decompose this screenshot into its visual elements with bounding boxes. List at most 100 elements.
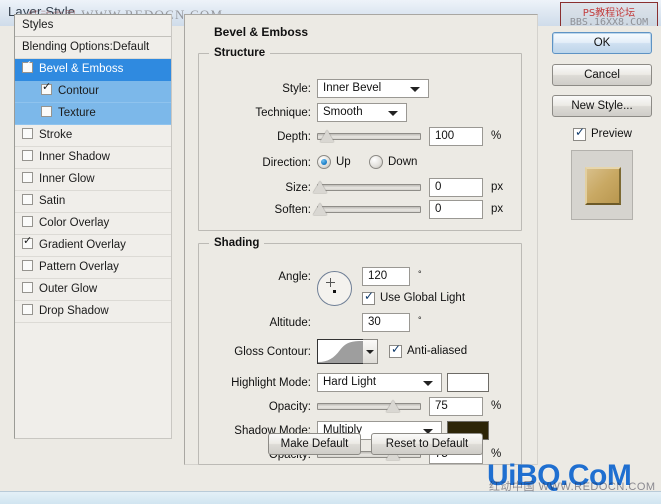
soften-label: Soften:	[274, 204, 311, 216]
technique-label-row: Technique:	[199, 103, 311, 123]
style-row-inner-shadow[interactable]: Inner Shadow	[15, 147, 171, 169]
style-label: Blending Options:Default	[22, 41, 150, 53]
style-row-color-overlay[interactable]: Color Overlay	[15, 213, 171, 235]
angle-unit: °	[418, 269, 422, 279]
size-slider[interactable]	[313, 178, 421, 197]
highlight-opacity-unit: %	[491, 400, 502, 412]
highlight-color-swatch[interactable]	[447, 373, 489, 392]
radio-direction-down[interactable]	[369, 155, 383, 169]
panel-title: Bevel & Emboss	[209, 25, 314, 39]
soften-slider[interactable]	[313, 200, 421, 219]
checkbox-stroke[interactable]	[22, 128, 33, 139]
anti-aliased-label: Anti-aliased	[407, 345, 468, 357]
angle-dial[interactable]	[317, 271, 352, 306]
style-row-gradient-overlay[interactable]: Gradient Overlay	[15, 235, 171, 257]
radio-direction-up[interactable]	[317, 155, 331, 169]
styles-panel: Styles Blending Options:Default Bevel & …	[14, 14, 172, 439]
style-label: Drop Shadow	[39, 305, 109, 317]
gloss-contour-dropdown[interactable]	[363, 339, 378, 364]
style-row-texture[interactable]: Texture	[15, 103, 171, 125]
altitude-label: Altitude:	[269, 317, 311, 329]
style-label: Style:	[282, 83, 311, 95]
highlight-opacity-track	[317, 403, 421, 410]
checkbox-drop-shadow[interactable]	[22, 304, 33, 315]
style-label: Inner Shadow	[39, 151, 110, 163]
depth-slider-thumb[interactable]	[320, 130, 334, 142]
altitude-unit: °	[418, 315, 422, 325]
style-row-drop-shadow[interactable]: Drop Shadow	[15, 301, 171, 323]
style-row-inner-glow[interactable]: Inner Glow	[15, 169, 171, 191]
preview-thumbnail-frame	[571, 150, 633, 220]
angle-label-row: Angle:	[199, 267, 311, 287]
highlight-opacity-label: Opacity:	[268, 401, 311, 413]
highlight-opacity-slider[interactable]	[317, 397, 421, 416]
style-label: Outer Glow	[39, 283, 98, 295]
highlight-opacity-input[interactable]: 75	[429, 397, 483, 416]
style-row-outer-glow[interactable]: Outer Glow	[15, 279, 171, 301]
structure-legend: Structure	[214, 47, 266, 59]
depth-slider[interactable]	[317, 127, 421, 146]
soften-input[interactable]: 0	[429, 200, 483, 219]
checkbox-pattern-overlay[interactable]	[22, 260, 33, 271]
style-row-contour[interactable]: Contour	[15, 81, 171, 103]
technique-select[interactable]: Smooth	[317, 103, 407, 122]
checkbox-satin[interactable]	[22, 194, 33, 205]
checkbox-preview[interactable]	[573, 125, 586, 141]
highlight-mode-select[interactable]: Hard Light	[317, 373, 442, 392]
style-label: Stroke	[39, 129, 73, 141]
checkbox-outer-glow[interactable]	[22, 282, 33, 293]
new-style-button[interactable]: New Style...	[552, 95, 652, 117]
style-select[interactable]: Inner Bevel	[317, 79, 429, 98]
depth-label: Depth:	[277, 131, 311, 143]
make-default-button[interactable]: Make Default	[268, 433, 361, 455]
side-panel: OK Cancel New Style... Preview	[552, 14, 652, 463]
soften-slider-track	[317, 206, 421, 213]
gloss-contour-label-row: Gloss Contour:	[199, 342, 311, 362]
style-row-satin[interactable]: Satin	[15, 191, 171, 213]
layer-style-dialog: Layer Style 红动中国 WWW.REDOCN.COM PS教程论坛 B…	[0, 0, 661, 504]
soften-value: 0	[435, 203, 442, 215]
size-slider-thumb[interactable]	[313, 181, 327, 193]
checkbox-color-overlay[interactable]	[22, 216, 33, 227]
highlight-mode-value: Hard Light	[323, 376, 377, 388]
checkbox-gradient-overlay[interactable]	[22, 235, 33, 249]
style-label-row: Style:	[199, 79, 311, 99]
soften-label-row: Soften:	[199, 200, 311, 220]
shading-legend: Shading	[214, 237, 260, 249]
style-row-bevel-emboss[interactable]: Bevel & Emboss	[15, 59, 171, 81]
altitude-input[interactable]: 30	[362, 313, 410, 332]
preview-label: Preview	[591, 128, 632, 140]
angle-input[interactable]: 120	[362, 267, 410, 286]
crosshair-icon	[326, 278, 335, 287]
direction-label-row: Direction:	[199, 153, 311, 173]
depth-label-row: Depth:	[199, 127, 311, 147]
checkbox-use-global-light[interactable]	[362, 289, 375, 305]
checkbox-texture[interactable]	[41, 106, 52, 117]
gloss-contour-curve	[318, 341, 363, 363]
cancel-button[interactable]: Cancel	[552, 64, 652, 86]
checkbox-contour[interactable]	[41, 81, 52, 95]
style-row-pattern-overlay[interactable]: Pattern Overlay	[15, 257, 171, 279]
soften-slider-thumb[interactable]	[313, 203, 327, 215]
highlight-opacity-thumb[interactable]	[386, 400, 400, 412]
preview-thumbnail-swatch	[585, 167, 621, 205]
checkbox-inner-shadow[interactable]	[22, 150, 33, 161]
gloss-contour-preview[interactable]	[317, 339, 364, 364]
depth-input[interactable]: 100	[429, 127, 483, 146]
styles-panel-header: Styles	[15, 15, 171, 37]
highlight-mode-label-row: Highlight Mode:	[199, 373, 311, 393]
checkbox-inner-glow[interactable]	[22, 172, 33, 183]
size-value: 0	[435, 181, 442, 193]
ok-button[interactable]: OK	[552, 32, 652, 54]
checkbox-bevel-emboss[interactable]	[22, 59, 33, 73]
style-row-stroke[interactable]: Stroke	[15, 125, 171, 147]
style-row-blending-options[interactable]: Blending Options:Default	[15, 37, 171, 59]
style-label: Satin	[39, 195, 66, 207]
reset-to-default-button[interactable]: Reset to Default	[371, 433, 483, 455]
checkbox-anti-aliased[interactable]	[389, 342, 402, 358]
size-input[interactable]: 0	[429, 178, 483, 197]
use-global-light-label: Use Global Light	[380, 292, 466, 304]
chevron-down-icon	[388, 111, 398, 116]
style-select-value: Inner Bevel	[323, 82, 382, 94]
style-label: Gradient Overlay	[39, 239, 126, 251]
